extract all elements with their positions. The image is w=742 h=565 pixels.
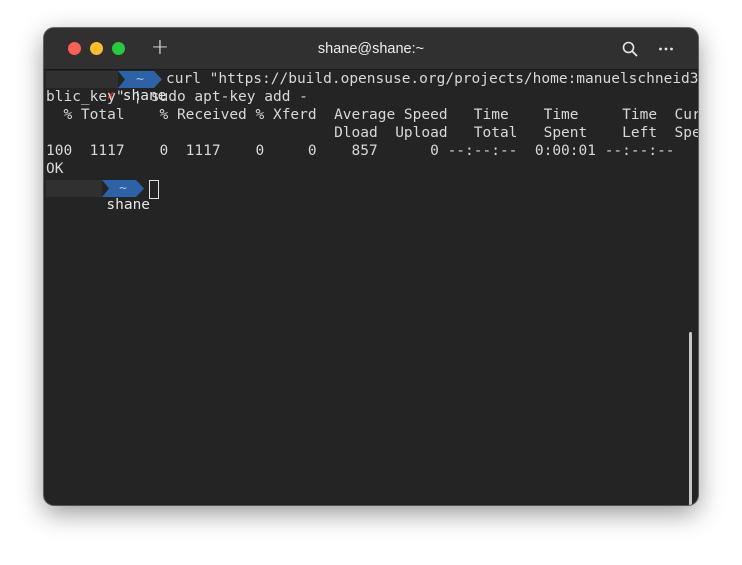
prompt-dir-segment: ~ [118,71,162,88]
command-line-2: blic_key" ¦ sudo apt-key add - [46,89,308,105]
search-icon[interactable] [621,40,639,58]
text-cursor [149,180,159,199]
output-header-1: % Total % Received % Xferd Average Speed… [46,107,698,123]
scrollbar[interactable] [689,332,692,505]
prompt-user-segment-2: shane [46,180,150,213]
window-title: shane@shane:~ [317,41,425,57]
output-progress: 100 1117 0 1117 0 0 857 0 --:--:-- 0:00:… [46,143,698,159]
prompt-dir-segment-2: ~ [102,180,144,197]
terminal-content[interactable]: ✘ shane ~ curl "https://build.opensuse.o… [44,70,698,505]
output-result: OK [46,161,64,177]
prompt-user-segment: ✘ shane [46,71,166,104]
title-bar: + shane@shane:~ [44,28,698,70]
more-icon[interactable] [657,40,675,58]
prompt-dir: ~ [136,72,144,87]
command-line-1: curl "https://build.opensuse.org/project… [166,71,698,87]
output-header-2: Dload Upload Total Spent Left Speed [46,125,698,141]
terminal-window: + shane@shane:~ ✘ shane ~ curl "https://… [44,28,698,505]
prompt-user-2: shane [106,197,151,213]
prompt-dir-2: ~ [119,181,127,196]
